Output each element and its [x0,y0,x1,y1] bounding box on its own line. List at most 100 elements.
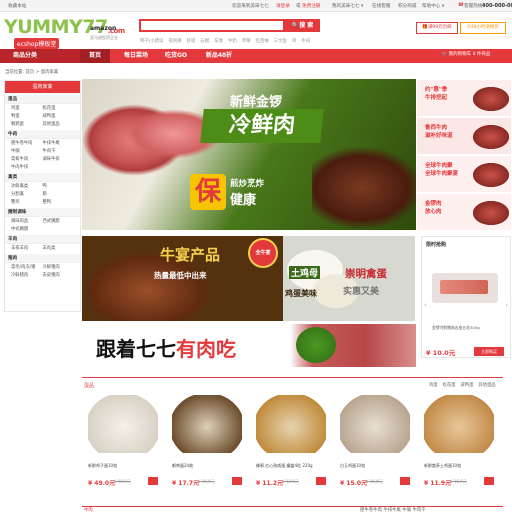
sidebar-link[interactable]: 咸鸭蛋 [43,113,75,119]
add-to-cart-icon[interactable] [400,477,410,485]
sidebar-link[interactable]: 鸭 [43,183,75,189]
buy-now-button[interactable]: 立即购买 [474,347,504,356]
product-image[interactable] [340,395,410,453]
sidebar-link[interactable]: 牛肉牛排 [11,164,43,170]
sidebar-link[interactable]: 鹌鹑蛋 [11,121,43,127]
sidebar-group-title[interactable]: 羊肉 [5,235,80,244]
product-image[interactable] [256,395,326,453]
my-account-menu[interactable]: 我的美味七七 ▾ [332,3,363,9]
hot-keyword[interactable]: 红西柚 [256,39,269,44]
eggs-banner[interactable]: 土鸡母 鸡蛋美味 崇明禽蛋 实惠又美 [283,236,415,321]
section-tag[interactable]: 松花蛋 [443,383,456,388]
product-image[interactable] [88,395,158,453]
sidebar-link[interactable]: 分割禽 [11,191,43,197]
flash-sale-image[interactable] [432,273,498,303]
sidebar-link[interactable]: 鹅 [43,191,75,197]
add-to-cart-icon[interactable] [232,477,242,485]
category-menu[interactable]: 商品分类 [0,49,80,63]
nav-item-daily-market[interactable]: 每日菜场 [117,49,155,63]
add-to-cart-icon[interactable] [316,477,326,485]
hot-keyword[interactable]: 虾程 [187,39,196,44]
beef-feast-banner[interactable]: 牛宴产品 热量最低中出来 全牛宴 [82,236,283,321]
sidebar-link[interactable]: 肥牛卷牛肉 [11,140,43,146]
sidebar-link[interactable]: 整鸭 [43,199,75,205]
sidebar-link[interactable]: 松花蛋 [43,105,75,111]
help-center-menu[interactable]: 帮助中心 ▾ [422,3,444,9]
sidebar-link[interactable]: 冷鲜猪肉 [11,272,43,278]
sidebar-link[interactable]: 去皮猪肉 [43,272,75,278]
sidebar-link[interactable]: 其他蛋品 [43,121,75,127]
follow-banner[interactable]: 跟着七七有肉吃 [82,324,416,367]
online-service-link[interactable]: 在线客服 [372,3,390,9]
flash-sale-product-name[interactable]: 金锣冷鲜猪肉去皮五花300g [432,325,480,331]
side-promo-banner[interactable]: 全球牛肉聚 全球牛肉聚宴 [417,156,511,192]
section-tag[interactable]: 咸鸭蛋 [460,383,473,388]
hot-keyword[interactable]: 鸡 [292,39,296,44]
sidebar-link[interactable]: 调味牛排 [43,156,75,162]
section-title[interactable]: 蛋品 [84,382,94,389]
site-logo[interactable]: YUMMY77.com ecshop模板堂 [4,16,125,50]
sidebar-link[interactable]: 牛肉干 [43,148,75,154]
bookmark-link[interactable]: 收藏本站 [8,3,26,9]
side-promo-banner[interactable]: 约"惠"季 牛排挖起 [417,80,511,116]
hot-keyword[interactable]: 鸭子|小建议 [140,39,163,44]
add-to-cart-icon[interactable] [148,477,158,485]
hot-keyword[interactable]: 车厘 [214,39,223,44]
main-banner[interactable]: 新鲜金锣 冷鲜肉 保 煎炒烹炸 健康 [82,79,416,230]
sidebar-group-title[interactable]: 腌制调味 [5,208,80,217]
nav-item-foodie-go[interactable]: 吃货GO [160,49,192,63]
hot-keyword[interactable]: 夜闲果 [168,39,181,44]
login-link[interactable]: 请登录 [276,3,290,9]
product-name[interactable]: 蜂蜜 红心熟咸蛋 罐盒4粒 220g [256,463,313,469]
hot-keyword[interactable]: 牛排 [301,39,310,44]
sidebar-link[interactable]: 冰鲜禽类 [11,183,43,189]
section-tag[interactable]: 其他蛋品 [478,383,495,388]
sidebar-link[interactable]: 中式腌腊 [11,226,43,232]
nav-item-new-discount[interactable]: 新品48折 [198,49,240,63]
product-name[interactable]: 新鲜散养土鸡蛋10枚 [424,463,461,469]
sidebar-link[interactable]: 整鸡 [11,199,43,205]
sidebar-link[interactable]: 调味肉品 [11,218,43,224]
product-card[interactable]: 新鲜散养土鸡蛋10枚 ¥ 11.9元 ¥ 16.9元 [420,393,504,493]
sidebar-link[interactable]: 牛排牛尾 [43,140,75,146]
product-name[interactable]: 白玉鸡蛋10枚 [340,463,365,469]
sidebar-group-title[interactable]: 牛肉 [5,130,80,139]
register-link[interactable]: 免费注册 [302,3,320,9]
sidebar-link[interactable]: 鸡蛋 [11,105,43,111]
sidebar-link[interactable]: 羊肉类 [43,245,75,251]
product-image[interactable] [172,395,242,453]
sidebar-group-title[interactable]: 禽类 [5,173,80,182]
product-card[interactable]: 蜂蜜 红心熟咸蛋 罐盒4粒 220g ¥ 11.2元 ¥ 12.8元 [252,393,336,493]
product-card[interactable]: 白玉鸡蛋10枚 ¥ 15.0元 ¥ 16.0元 [336,393,420,493]
add-to-cart-icon[interactable] [484,477,494,485]
prev-arrow-icon[interactable]: ‹ [424,301,427,309]
hot-keyword[interactable]: 三文鱼 [274,39,287,44]
product-card[interactable]: 鹌鹑蛋24枚 ¥ 17.7元 ¥ 16.9元 [168,393,252,493]
side-promo-banner[interactable]: 鲁西牛肉 滋补好味道 [417,118,511,154]
sidebar-link[interactable]: 菜肴牛肉 [11,156,43,162]
section2-title[interactable]: 牛肉 [84,507,93,513]
hot-keyword[interactable]: 牛奶 [228,39,237,44]
side-promo-banner[interactable]: 金锣肉 放心肉 [417,194,511,230]
next-arrow-icon[interactable]: › [505,301,508,309]
product-card[interactable]: 新鲜鸡子蛋10枚 ¥ 49.0元 ¥ 98.0元 [84,393,168,493]
hot-keyword[interactable]: 石榴 [200,39,209,44]
sidebar-link[interactable]: 西式腌腊 [43,218,75,224]
cart-button[interactable]: 🛒 我的购物车 0 件商品 [420,49,512,61]
product-image[interactable] [424,395,494,453]
product-name[interactable]: 鹌鹑蛋24枚 [172,463,193,469]
hot-keyword[interactable]: 草莓 [242,39,251,44]
sidebar-group-title[interactable]: 蛋品 [5,95,80,104]
sidebar-link[interactable]: 鸭蛋 [11,113,43,119]
nav-item-home[interactable]: 首页 [80,49,110,63]
sidebar-group-title[interactable]: 猪肉 [5,254,80,263]
sidebar-link[interactable]: 牛腩 [11,148,43,154]
sidebar-link[interactable]: 菜毛/肉冻/猪 [11,264,43,270]
points-mall-link[interactable]: 积分商城 [398,3,416,9]
sidebar-link[interactable]: 冷鲜猪肉 [43,264,75,270]
sidebar-link[interactable]: 羊排羊肉 [11,245,43,251]
search-input[interactable] [139,19,285,32]
product-name[interactable]: 新鲜鸡子蛋10枚 [88,463,117,469]
search-button[interactable]: 🔍搜 索 [285,19,320,32]
section-tag[interactable]: 鸡蛋 [429,383,438,388]
